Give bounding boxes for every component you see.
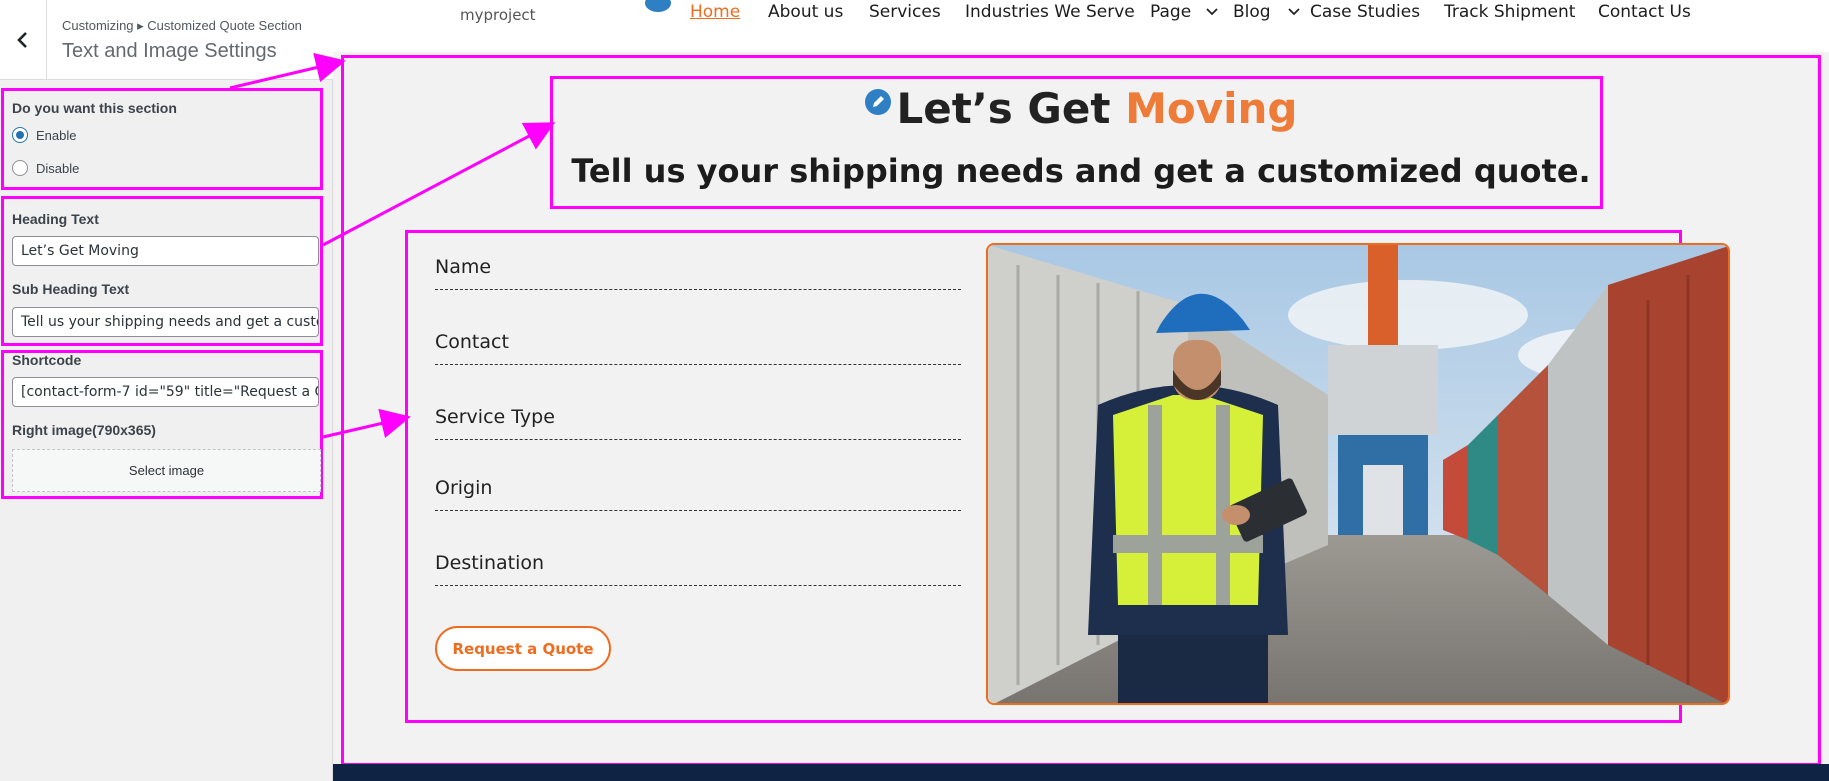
edit-shortcut-icon[interactable] (645, 0, 671, 12)
right-image-label: Right image(790x365) (12, 422, 156, 438)
footer-strip (333, 764, 1829, 781)
nav-blog[interactable]: Blog (1233, 2, 1271, 22)
radio-checked-icon[interactable] (12, 127, 28, 143)
site-navbar: myproject Home About us Services Industr… (333, 0, 1829, 40)
nav-services[interactable]: Services (869, 2, 941, 22)
sub-heading-text-input[interactable]: Tell us your shipping needs and get a cu… (12, 307, 319, 337)
port-worker-photo (986, 243, 1730, 705)
section-heading: Let’s Get Moving (333, 84, 1829, 133)
section-subheading: Tell us your shipping needs and get a cu… (571, 152, 1591, 190)
site-tagline: myproject (460, 6, 536, 24)
radio-disable-label: Disable (36, 160, 80, 176)
back-button[interactable] (0, 0, 47, 80)
nav-about-us[interactable]: About us (768, 2, 843, 22)
port-worker-illustration (988, 245, 1728, 703)
nav-home[interactable]: Home (690, 2, 740, 22)
nav-page[interactable]: Page (1150, 2, 1191, 22)
nav-track-shipment[interactable]: Track Shipment (1444, 2, 1575, 22)
contact-field[interactable]: Contact (435, 325, 961, 365)
section-toggle-label: Do you want this section (12, 100, 177, 116)
nav-case-studies[interactable]: Case Studies (1310, 2, 1420, 22)
radio-unchecked-icon[interactable] (12, 160, 28, 176)
sub-heading-text-label: Sub Heading Text (12, 281, 130, 297)
shortcode-input[interactable]: [contact-form-7 id="59" title="Request a… (12, 377, 319, 407)
chevron-down-icon[interactable] (1287, 6, 1301, 18)
site-preview: myproject Home About us Services Industr… (333, 0, 1829, 781)
name-field[interactable]: Name (435, 250, 961, 290)
destination-field[interactable]: Destination (435, 546, 961, 586)
chevron-down-icon[interactable] (1205, 6, 1219, 18)
heading-text-label: Heading Text (12, 211, 99, 227)
heading-main: Let’s Get (896, 84, 1111, 133)
heading-text-input[interactable]: Let’s Get Moving (12, 236, 319, 266)
panel-title: Text and Image Settings (62, 40, 277, 62)
nav-contact-us[interactable]: Contact Us (1598, 2, 1691, 22)
radio-enable-label: Enable (36, 127, 77, 143)
edit-shortcut-icon[interactable] (864, 89, 891, 115)
chevron-left-icon (17, 32, 27, 48)
customizer-header: Customizing ▸ Customized Quote Section T… (0, 0, 333, 80)
request-quote-button[interactable]: Request a Quote (435, 626, 611, 671)
heading-accent: Moving (1125, 84, 1298, 133)
nav-industries[interactable]: Industries We Serve (965, 2, 1135, 22)
origin-field[interactable]: Origin (435, 471, 961, 511)
service-type-field[interactable]: Service Type (435, 400, 961, 440)
radio-disable[interactable]: Disable (12, 160, 79, 176)
select-image-button[interactable]: Select image (12, 449, 321, 492)
breadcrumb: Customizing ▸ Customized Quote Section (62, 18, 302, 33)
radio-enable[interactable]: Enable (12, 127, 76, 143)
shortcode-label: Shortcode (12, 352, 82, 368)
customizer-sidebar: Customizing ▸ Customized Quote Section T… (0, 0, 333, 781)
